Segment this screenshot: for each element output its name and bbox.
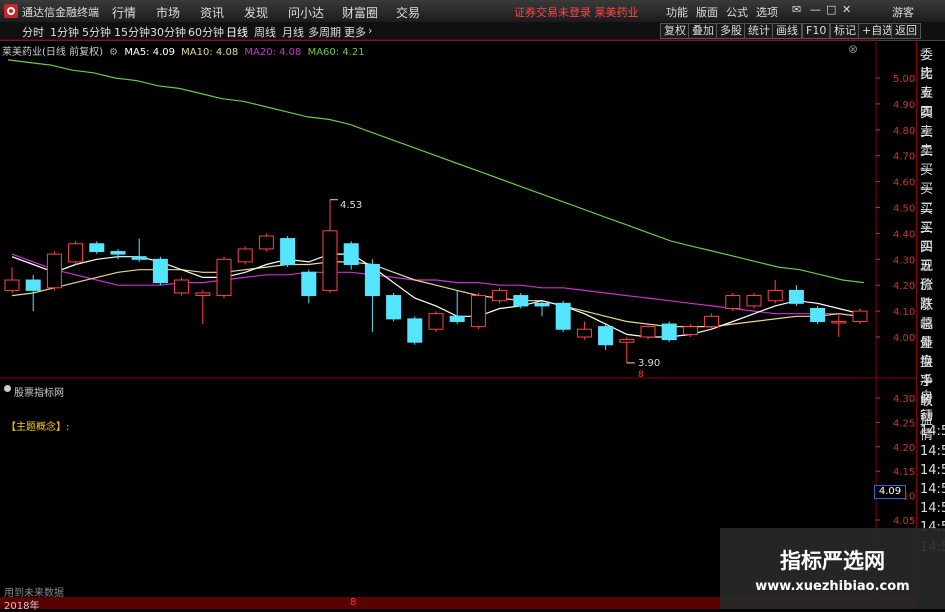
price-tick-label: 4.30	[893, 255, 915, 266]
price-tick-label: 4.70	[893, 152, 915, 163]
quote-label: 14:5	[920, 443, 945, 459]
watermark-url: www.xuezhibiao.com	[755, 579, 910, 594]
candle-body	[682, 326, 698, 335]
candle-body	[407, 318, 423, 343]
indicator-title: 股票指标网	[14, 388, 64, 399]
theme-concept: 【主题概念】:	[6, 422, 70, 433]
candle-body	[470, 295, 486, 328]
indicator-tick-label: 4.20	[893, 443, 915, 454]
candle-body	[661, 323, 677, 341]
candle-body	[68, 243, 84, 263]
candle-body	[174, 279, 190, 294]
price-tick-label: 4.20	[893, 281, 915, 292]
candle-body	[152, 258, 168, 284]
quote-label: 14:5	[920, 424, 945, 440]
ma60-line	[7, 59, 865, 284]
candle-body	[725, 295, 741, 310]
candle-body	[364, 263, 380, 297]
candle-body	[428, 313, 444, 330]
price-tick-label: 4.80	[893, 126, 915, 137]
candle-body	[449, 315, 465, 322]
candle-body	[492, 289, 508, 302]
price-tick-label: 4.60	[893, 178, 915, 189]
candle-body	[810, 308, 826, 322]
price-tick-label: 4.40	[893, 229, 915, 240]
quote-label: 14:5	[920, 501, 945, 517]
candle-body	[131, 256, 147, 260]
watermark-title: 指标严选网	[780, 549, 885, 573]
candle-body	[576, 328, 592, 338]
indicator-tick-label: 4.15	[893, 467, 915, 478]
price-tick-label: 5.00	[893, 74, 915, 85]
candle-body	[216, 258, 232, 297]
candle-body	[89, 243, 105, 253]
candle-body	[746, 295, 762, 307]
candle-body	[831, 320, 847, 324]
candle-body	[46, 253, 62, 289]
candle-body	[704, 315, 720, 328]
candle-body	[237, 248, 253, 263]
price-tick-label: 4.50	[893, 204, 915, 215]
current-price-box: 4.09	[874, 485, 906, 499]
indicator-tick-label: 4.30	[893, 394, 915, 405]
candle-body	[322, 230, 338, 291]
high-annotation: 4.53	[340, 200, 363, 211]
year-label: 2018年	[4, 601, 40, 612]
candle-body	[4, 279, 20, 291]
candle-body	[640, 326, 656, 338]
candle-body	[788, 289, 804, 304]
quote-label: 14:5	[920, 462, 945, 478]
candle-body	[195, 292, 211, 297]
candle-body	[343, 243, 359, 265]
month-marker: 8	[350, 597, 357, 608]
quote-label: 14:5	[920, 482, 945, 497]
low-annotation: 3.90	[638, 358, 661, 369]
indicator-tick-label: 4.25	[893, 418, 915, 429]
candle-body	[767, 289, 783, 302]
candle-body	[534, 302, 550, 307]
candle-body	[555, 302, 571, 330]
candle-body	[386, 295, 402, 320]
kline-chart[interactable]: 5.00 4.90 4.80 4.70 4.60 4.50 4.40 4.30 4.20 4.10…	[0, 0, 916, 609]
candle-body	[25, 279, 41, 291]
price-tick-label: 4.10	[893, 307, 915, 318]
price-tick-label: 4.00	[893, 333, 915, 344]
candle-body	[301, 271, 317, 297]
candle-body	[258, 235, 274, 250]
price-tick-label: 4.90	[893, 100, 915, 111]
indicator-settings-icon[interactable]	[4, 385, 11, 392]
candle-body	[280, 238, 296, 265]
indicator-tick-label: 4.05	[893, 516, 915, 527]
candle-body	[110, 251, 126, 255]
candle-body	[513, 295, 529, 307]
candle-body	[598, 326, 614, 346]
candle-body	[619, 339, 635, 343]
candle-body	[852, 310, 868, 322]
date-marker: 8	[638, 370, 644, 380]
